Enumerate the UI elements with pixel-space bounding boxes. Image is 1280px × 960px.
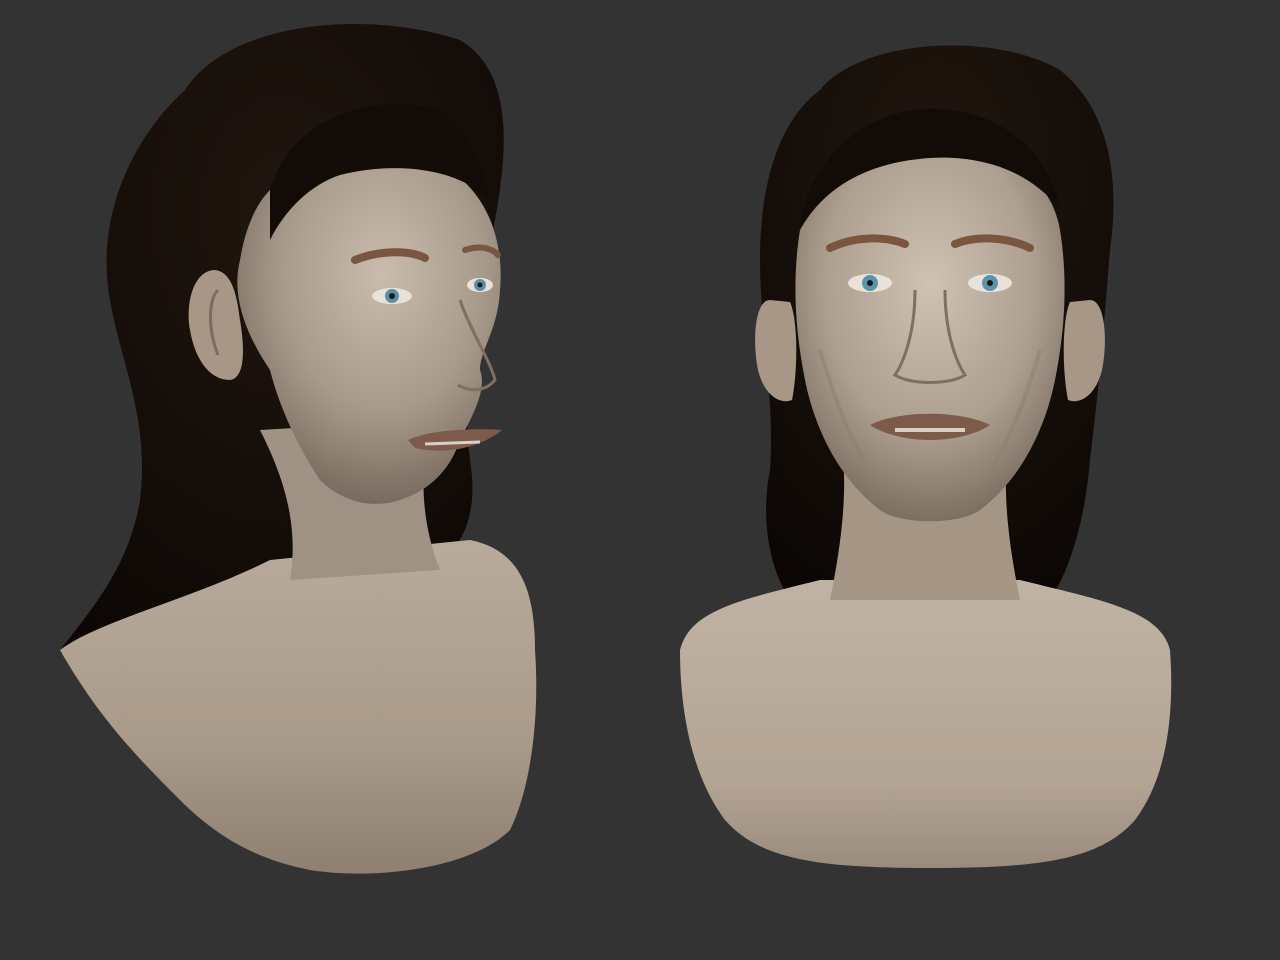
three-quarter-bust-image <box>60 24 537 874</box>
front-bust-image <box>680 45 1172 868</box>
bust-render-three-quarter <box>40 0 560 920</box>
chest <box>680 580 1172 868</box>
bust-render-front <box>660 0 1200 920</box>
render-viewport <box>0 0 1280 960</box>
ear-left <box>755 300 797 402</box>
ear-right <box>1063 300 1105 402</box>
